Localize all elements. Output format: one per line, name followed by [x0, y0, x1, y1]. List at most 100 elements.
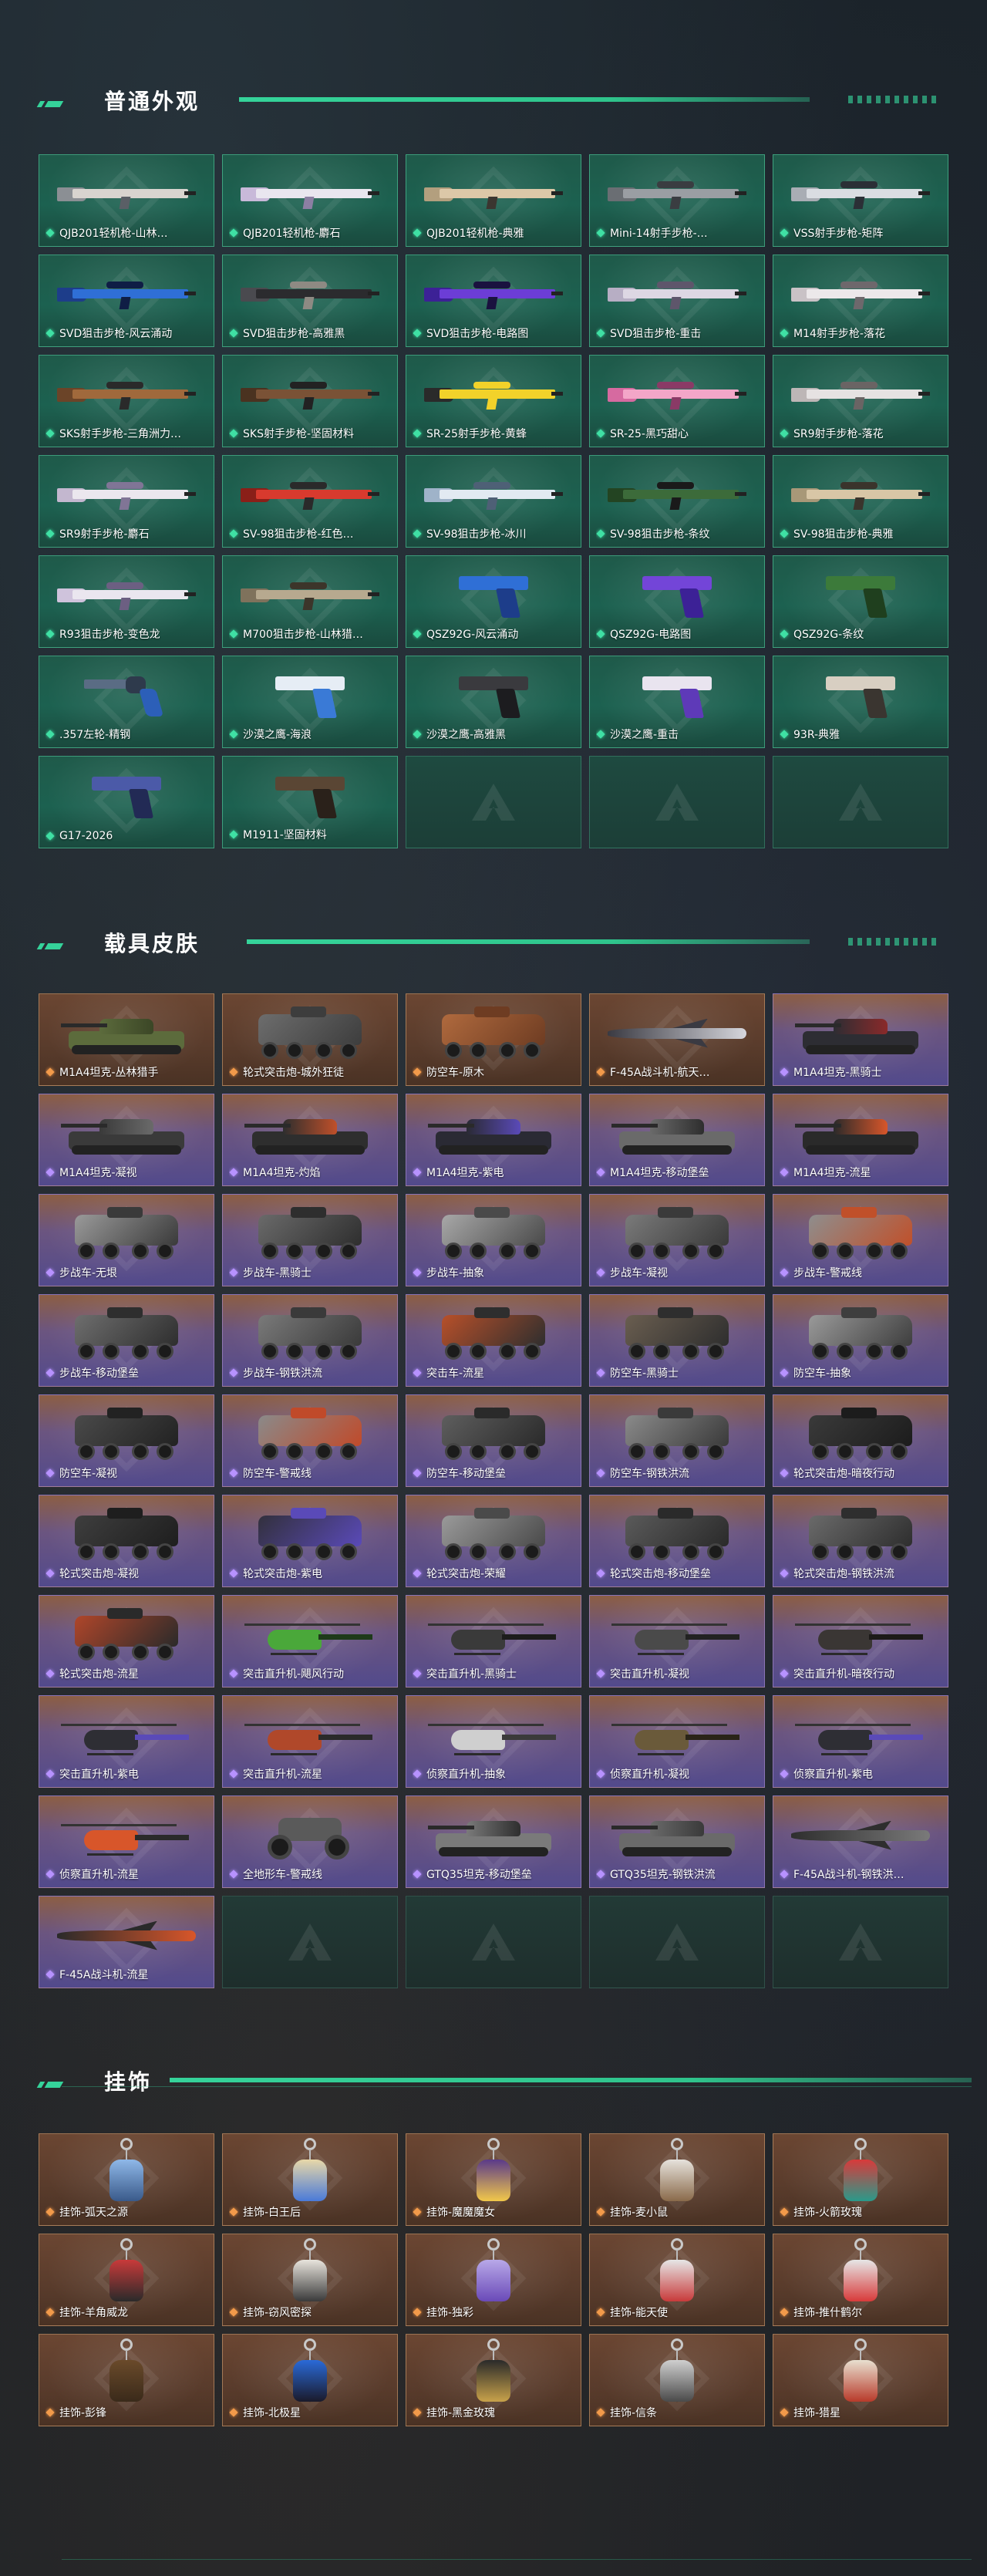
item-card[interactable]: QSZ92G-电路图	[589, 555, 765, 648]
item-card[interactable]: SVD狙击步枪-高雅黑	[222, 255, 398, 347]
item-card[interactable]: 轮式突击炮-暗夜行动	[773, 1394, 948, 1487]
rifle-icon	[791, 178, 930, 209]
item-label-row: G17-2026	[45, 830, 209, 842]
item-card[interactable]: 挂饰-白王后	[222, 2133, 398, 2226]
item-card[interactable]: 挂饰-羊角威龙	[39, 2234, 214, 2326]
item-card[interactable]: F-45A战斗机-钢铁洪…	[773, 1795, 948, 1888]
item-card[interactable]: 轮式突击炮-荣耀	[406, 1495, 581, 1587]
vehicle-wheel	[837, 1442, 854, 1460]
item-card[interactable]: 步战车-无垠	[39, 1194, 214, 1286]
item-card[interactable]: G17-2026	[39, 756, 214, 848]
item-card[interactable]: 轮式突击炮-流星	[39, 1595, 214, 1688]
item-card[interactable]: 防空车-黑骑士	[589, 1294, 765, 1387]
item-card[interactable]: 轮式突击炮-凝视	[39, 1495, 214, 1587]
item-card[interactable]: 挂饰-麦小鼠	[589, 2133, 765, 2226]
item-card[interactable]: 挂饰-彭锋	[39, 2334, 214, 2426]
item-card[interactable]: SR9射手步枪-落花	[773, 355, 948, 447]
item-name: 步战车-移动堡垒	[59, 1367, 140, 1380]
item-card[interactable]: 挂饰-猎星	[773, 2334, 948, 2426]
item-card[interactable]: 挂饰-黑金玫瑰	[406, 2334, 581, 2426]
item-card[interactable]: M1A4坦克-紫电	[406, 1094, 581, 1186]
item-card[interactable]: R93狙击步枪-变色龙	[39, 555, 214, 648]
item-card[interactable]: 突击直升机-黑骑士	[406, 1595, 581, 1688]
item-card[interactable]: 轮式突击炮-紫电	[222, 1495, 398, 1587]
item-card[interactable]: 93R-典雅	[773, 656, 948, 748]
item-card[interactable]: 挂饰-火箭玫瑰	[773, 2133, 948, 2226]
item-card[interactable]: F-45A战斗机-流星	[39, 1896, 214, 1988]
item-card[interactable]: 防空车-凝视	[39, 1394, 214, 1487]
item-card[interactable]: F-45A战斗机-航天…	[589, 993, 765, 1086]
item-card[interactable]: M700狙击步枪-山林猎…	[222, 555, 398, 648]
item-card[interactable]: M1A4坦克-移动堡垒	[589, 1094, 765, 1186]
item-card[interactable]: GTQ35坦克-钢铁洪流	[589, 1795, 765, 1888]
item-card[interactable]: 防空车-钢铁洪流	[589, 1394, 765, 1487]
item-card[interactable]: QJB201轻机枪-山林…	[39, 154, 214, 247]
item-label-row: M1911-坚固材料	[229, 827, 392, 842]
item-card[interactable]: 挂饰-能天使	[589, 2234, 765, 2326]
item-card[interactable]: QJB201轻机枪-典雅	[406, 154, 581, 247]
item-label-row: SVD狙击步枪-高雅黑	[229, 325, 392, 341]
item-card[interactable]: SKS射手步枪-坚固材料	[222, 355, 398, 447]
item-card[interactable]: SV-98狙击步枪-条纹	[589, 455, 765, 548]
item-card[interactable]: 突击直升机-流星	[222, 1695, 398, 1788]
item-card[interactable]: 挂饰-信条	[589, 2334, 765, 2426]
item-card[interactable]: SR9射手步枪-麝石	[39, 455, 214, 548]
item-card[interactable]: 挂饰-窃风密探	[222, 2234, 398, 2326]
item-card[interactable]: VSS射手步枪-矩阵	[773, 154, 948, 247]
item-card[interactable]: 挂饰-魔魔魔女	[406, 2133, 581, 2226]
item-card[interactable]: SR-25-黑巧甜心	[589, 355, 765, 447]
item-card[interactable]: SV-98狙击步枪-典雅	[773, 455, 948, 548]
item-card[interactable]: 轮式突击炮-城外狂徒	[222, 993, 398, 1086]
item-card[interactable]: 步战车-警戒线	[773, 1194, 948, 1286]
item-card[interactable]: 突击直升机-飓风行动	[222, 1595, 398, 1688]
item-card[interactable]: 步战车-凝视	[589, 1194, 765, 1286]
item-card[interactable]: 防空车-移动堡垒	[406, 1394, 581, 1487]
rarity-diamond-icon	[229, 730, 238, 739]
item-card[interactable]: M1A4坦克-丛林猎手	[39, 993, 214, 1086]
item-card[interactable]: 突击直升机-紫电	[39, 1695, 214, 1788]
item-card[interactable]: 突击直升机-暗夜行动	[773, 1595, 948, 1688]
item-card[interactable]: QSZ92G-风云涌动	[406, 555, 581, 648]
item-card[interactable]: 轮式突击炮-移动堡垒	[589, 1495, 765, 1587]
item-card[interactable]: M1A4坦克-灼焰	[222, 1094, 398, 1186]
item-card[interactable]: 突击车-流星	[406, 1294, 581, 1387]
item-card[interactable]: 防空车-抽象	[773, 1294, 948, 1387]
item-card[interactable]: SKS射手步枪-三角洲力…	[39, 355, 214, 447]
item-card[interactable]: QJB201轻机枪-麝石	[222, 154, 398, 247]
item-card[interactable]: 沙漠之鹰-海浪	[222, 656, 398, 748]
item-card[interactable]: SV-98狙击步枪-红色…	[222, 455, 398, 548]
item-card[interactable]: M1A4坦克-流星	[773, 1094, 948, 1186]
item-card[interactable]: 步战车-黑骑士	[222, 1194, 398, 1286]
item-card[interactable]: M1A4坦克-黑骑士	[773, 993, 948, 1086]
item-card[interactable]: 侦察直升机-凝视	[589, 1695, 765, 1788]
item-card[interactable]: SVD狙击步枪-电路图	[406, 255, 581, 347]
item-card[interactable]: 侦察直升机-流星	[39, 1795, 214, 1888]
item-card[interactable]: 侦察直升机-紫电	[773, 1695, 948, 1788]
item-card[interactable]: M1911-坚固材料	[222, 756, 398, 848]
item-card[interactable]: 步战车-移动堡垒	[39, 1294, 214, 1387]
item-card[interactable]: 挂饰-独彩	[406, 2234, 581, 2326]
item-card[interactable]: 全地形车-警戒线	[222, 1795, 398, 1888]
item-card[interactable]: .357左轮-精钢	[39, 656, 214, 748]
item-card[interactable]: 沙漠之鹰-重击	[589, 656, 765, 748]
item-card[interactable]: 挂饰-弧天之源	[39, 2133, 214, 2226]
item-card[interactable]: 挂饰-北极星	[222, 2334, 398, 2426]
item-card[interactable]: Mini-14射手步枪-…	[589, 154, 765, 247]
item-card[interactable]: SV-98狙击步枪-冰川	[406, 455, 581, 548]
item-card[interactable]: 防空车-原木	[406, 993, 581, 1086]
item-card[interactable]: 侦察直升机-抽象	[406, 1695, 581, 1788]
item-card[interactable]: M1A4坦克-凝视	[39, 1094, 214, 1186]
item-card[interactable]: 防空车-警戒线	[222, 1394, 398, 1487]
item-card[interactable]: SVD狙击步枪-重击	[589, 255, 765, 347]
item-card[interactable]: GTQ35坦克-移动堡垒	[406, 1795, 581, 1888]
item-card[interactable]: 轮式突击炮-钢铁洪流	[773, 1495, 948, 1587]
item-card[interactable]: M14射手步枪-落花	[773, 255, 948, 347]
item-card[interactable]: 沙漠之鹰-高雅黑	[406, 656, 581, 748]
item-card[interactable]: 突击直升机-凝视	[589, 1595, 765, 1688]
item-card[interactable]: 步战车-抽象	[406, 1194, 581, 1286]
item-card[interactable]: 挂饰-推什鹤尔	[773, 2234, 948, 2326]
item-card[interactable]: QSZ92G-条纹	[773, 555, 948, 648]
item-card[interactable]: 步战车-钢铁洪流	[222, 1294, 398, 1387]
item-card[interactable]: SR-25射手步枪-黄蜂	[406, 355, 581, 447]
item-card[interactable]: SVD狙击步枪-风云涌动	[39, 255, 214, 347]
